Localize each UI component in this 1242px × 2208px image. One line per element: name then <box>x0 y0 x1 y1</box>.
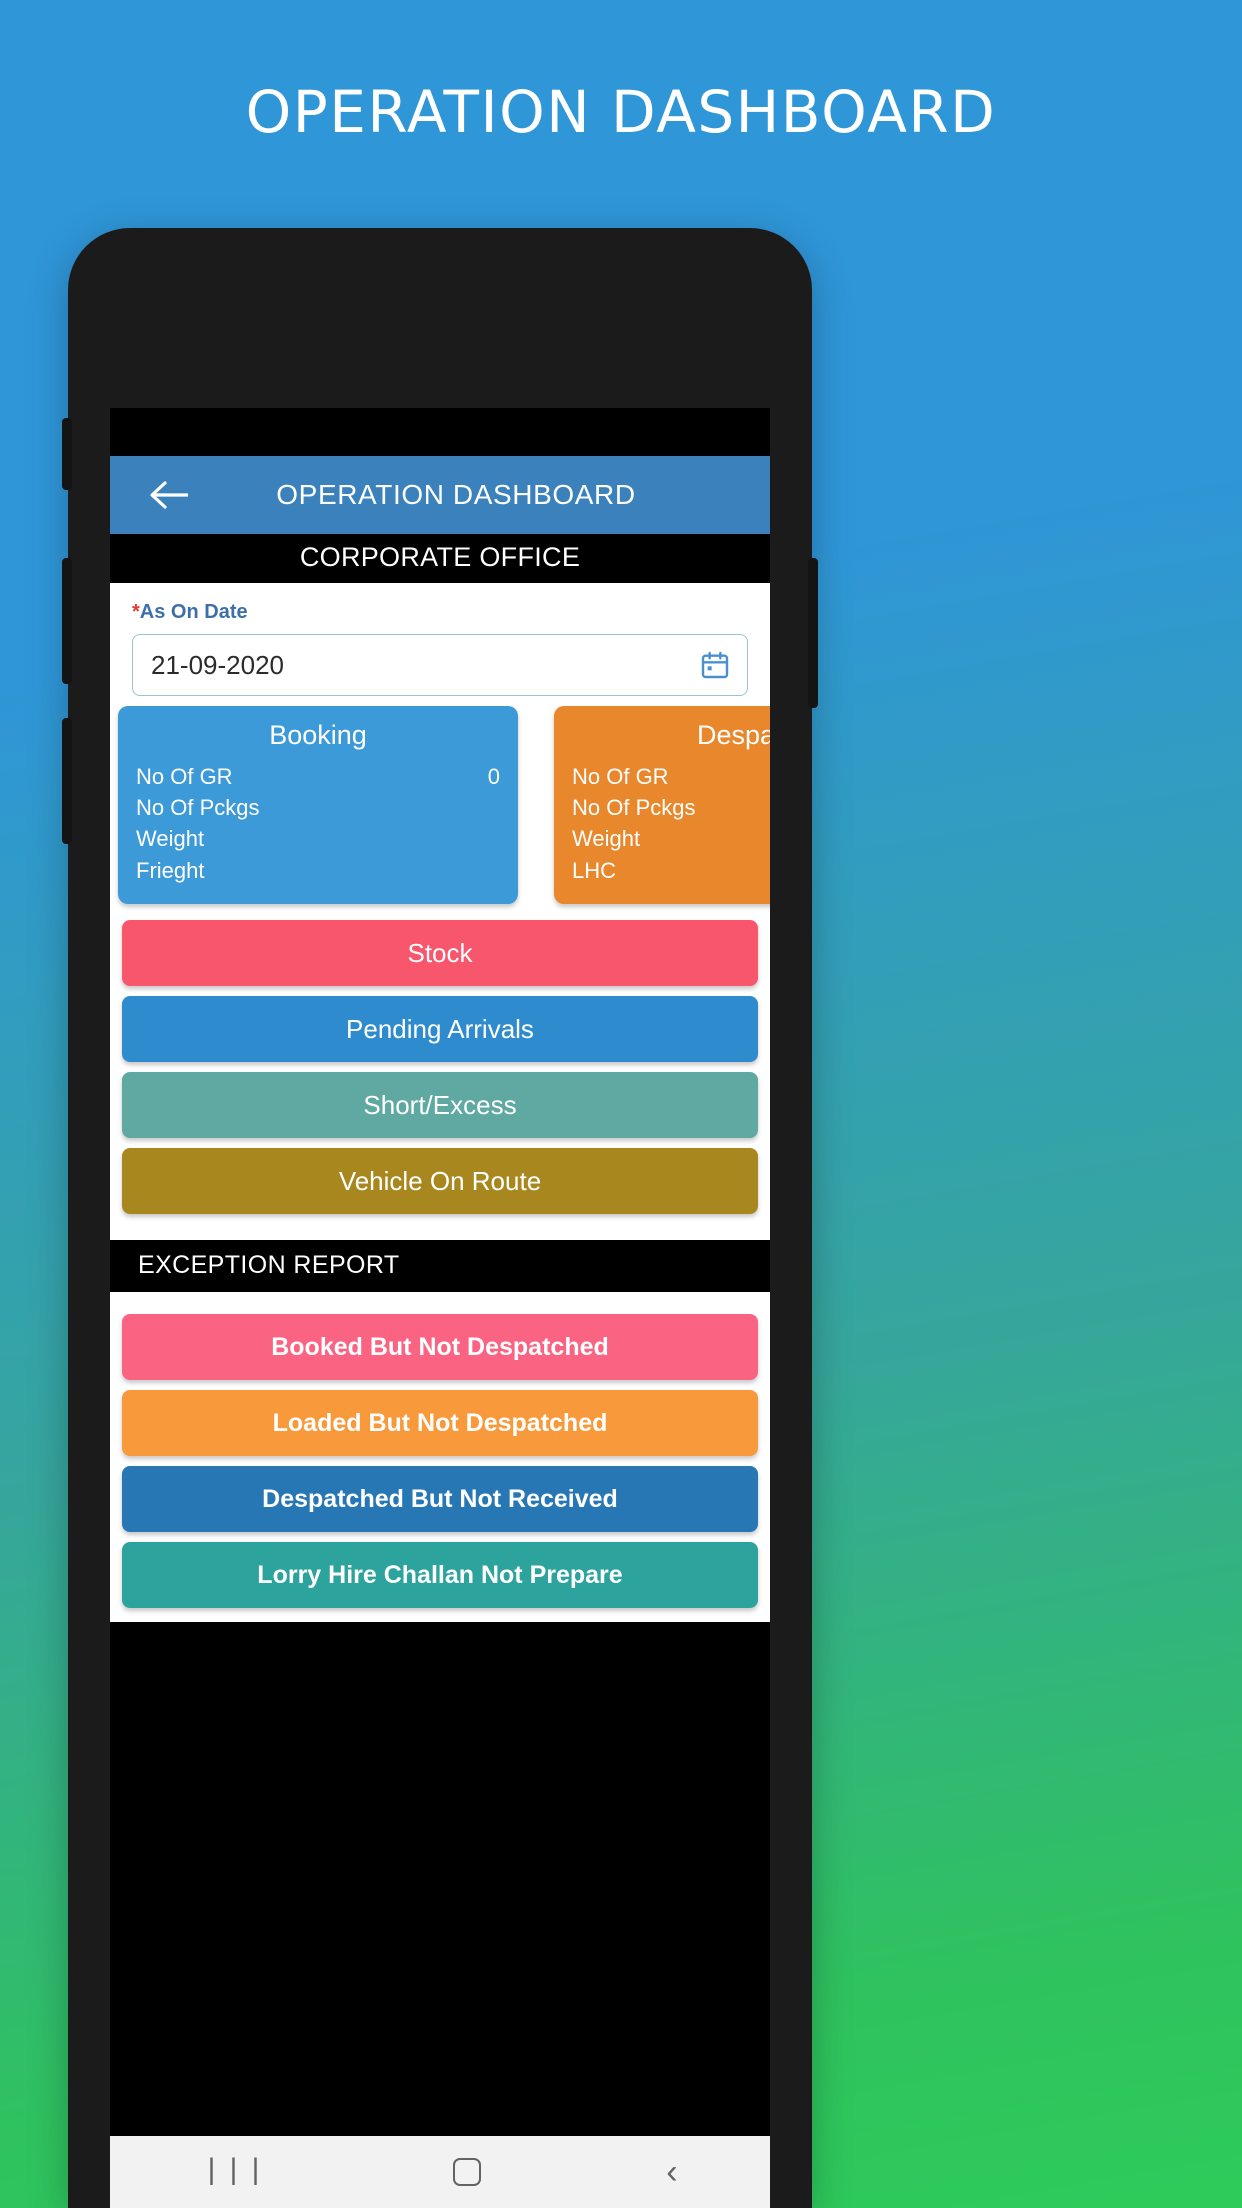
card-despatch-title: Despatch <box>696 720 770 750</box>
card-despatch-row-3: LHC <box>572 855 770 886</box>
summary-cards-row: Booking No Of GR 0 No Of Pckgs Weight Fr… <box>110 706 770 904</box>
branch-label: CORPORATE OFFICE <box>110 534 770 583</box>
calendar-icon[interactable] <box>699 649 731 681</box>
card-booking-row-1: No Of Pckgs <box>136 792 500 823</box>
back-icon[interactable]: ‹ <box>666 2155 677 2189</box>
card-booking-row-2: Weight <box>136 823 500 854</box>
as-on-date-input[interactable]: 21-09-2020 <box>132 634 748 696</box>
action-button-short-excess[interactable]: Short/Excess <box>122 1072 758 1138</box>
card-booking-label-3: Frieght <box>136 857 205 883</box>
card-despatch-label-0: No Of GR <box>572 764 669 789</box>
card-booking-label-2: Weight <box>136 826 205 852</box>
phone-button-volume-down <box>62 718 72 844</box>
action-button-pending-arrivals[interactable]: Pending Arrivals <box>122 996 758 1062</box>
phone-screen: OPERATION DASHBOARD CORPORATE OFFICE *As… <box>110 408 770 2208</box>
home-icon[interactable] <box>453 2158 482 2186</box>
card-booking[interactable]: Booking No Of GR 0 No Of Pckgs Weight Fr… <box>118 706 518 904</box>
action-button-vehicle-on-route[interactable]: Vehicle On Route <box>122 1148 758 1214</box>
phone-device: OPERATION DASHBOARD CORPORATE OFFICE *As… <box>62 228 818 2208</box>
exception-button-loaded-but-not-despatched[interactable]: Loaded But Not Despatched <box>122 1390 758 1456</box>
exception-report-list: Booked But Not Despatched Loaded But Not… <box>110 1292 770 1622</box>
action-button-stock[interactable]: Stock <box>122 920 758 986</box>
exception-button-booked-but-not-despatched[interactable]: Booked But Not Despatched <box>122 1314 758 1380</box>
page-title: OPERATION DASHBOARD <box>245 78 997 146</box>
status-bar <box>110 408 770 456</box>
card-despatch-label-3: LHC <box>572 857 617 883</box>
card-despatch-row-1: No Of Pckgs <box>572 792 770 823</box>
card-despatch-row-2: Weight <box>572 823 770 854</box>
exception-button-despatched-but-not-received[interactable]: Despatched But Not Received <box>122 1466 758 1532</box>
card-booking-title: Booking <box>269 720 367 750</box>
card-booking-row-0: No Of GR 0 <box>136 761 500 792</box>
app-bar: OPERATION DASHBOARD <box>110 456 770 534</box>
card-despatch-label-1: No Of Pckgs <box>572 795 696 821</box>
exception-button-lorry-hire-challan-not-prepare[interactable]: Lorry Hire Challan Not Prepare <box>122 1542 758 1608</box>
as-on-date-label-text: As On Date <box>139 601 248 623</box>
phone-button-volume-up <box>62 558 72 684</box>
as-on-date-value: 21-09-2020 <box>151 649 284 680</box>
card-booking-label-1: No Of Pckgs <box>136 795 260 821</box>
system-nav-bar: ||| ‹ <box>110 2136 770 2208</box>
app-bar-title: OPERATION DASHBOARD <box>276 479 636 510</box>
as-on-date-label: *As On Date <box>132 601 748 624</box>
action-buttons: Stock Pending Arrivals Short/Excess Vehi… <box>110 904 770 1238</box>
card-despatch[interactable]: Despatch No Of GR No Of Pckgs Weight <box>554 706 770 904</box>
card-despatch-label-2: Weight <box>572 826 641 852</box>
card-booking-row-3: Frieght <box>136 855 500 886</box>
as-on-date-field-block: *As On Date 21-09-2020 <box>110 583 770 706</box>
dashboard-content: *As On Date 21-09-2020 Booking No Of GR … <box>110 583 770 1240</box>
required-asterisk: * <box>132 601 140 623</box>
phone-button-power <box>808 558 818 708</box>
recents-icon[interactable]: ||| <box>202 2155 268 2189</box>
phone-button-silent <box>62 418 72 490</box>
card-booking-label-0: No Of GR <box>136 764 233 789</box>
exception-report-header: EXCEPTION REPORT <box>110 1240 770 1292</box>
card-booking-value-0: 0 <box>487 764 500 789</box>
arrow-left-icon[interactable] <box>146 478 192 512</box>
card-despatch-row-0: No Of GR <box>572 761 770 792</box>
